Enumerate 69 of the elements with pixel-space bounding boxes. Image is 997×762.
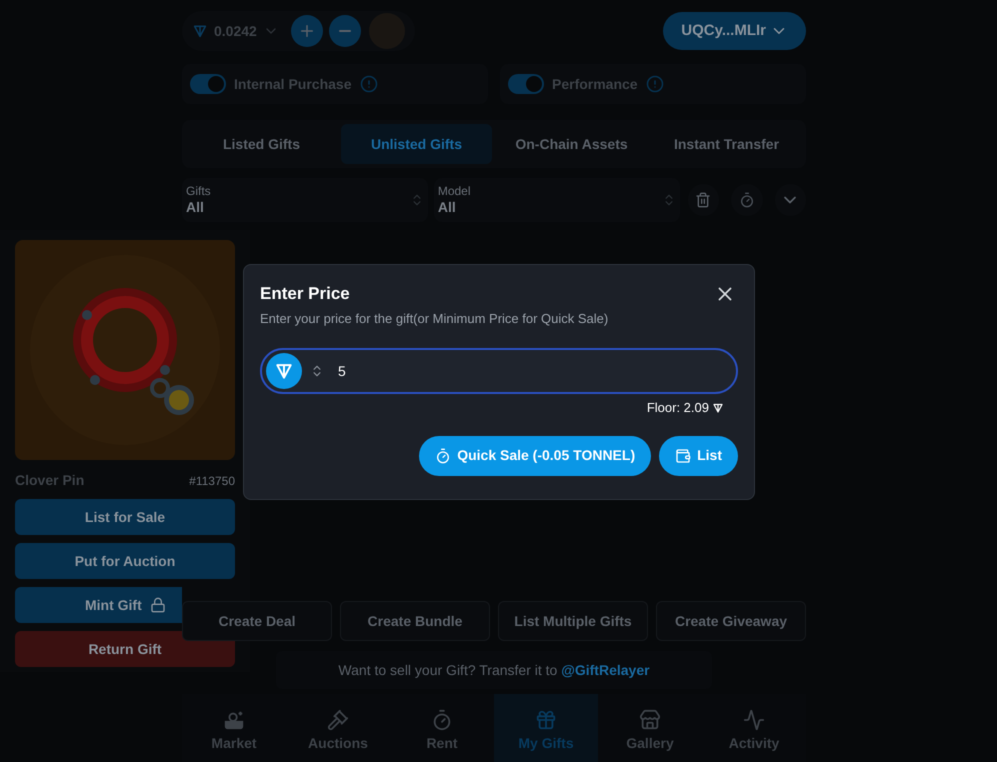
nav-item[interactable]: My Gifts xyxy=(494,694,598,762)
dialog-subtitle: Enter your price for the gift(or Minimum Price for Quick Sale) xyxy=(260,310,610,328)
action-button[interactable]: Create Bundle xyxy=(340,601,490,641)
nav-label: My Gifts xyxy=(518,734,574,753)
toggle-switch[interactable] xyxy=(508,74,544,94)
toggle-label: Performance xyxy=(552,74,638,94)
filter-label: Model xyxy=(438,184,471,199)
tab[interactable]: On-Chain Assets xyxy=(496,124,647,164)
nav-item[interactable]: Rent xyxy=(390,694,494,762)
action-button[interactable]: List Multiple Gifts xyxy=(498,601,648,641)
gift-number: #113750 xyxy=(189,472,235,490)
filter-value: All xyxy=(186,198,205,216)
tab[interactable]: Listed Gifts xyxy=(186,124,337,164)
stopwatch-icon xyxy=(738,192,755,208)
price-input[interactable]: 5 xyxy=(338,360,732,382)
gift-action-button[interactable]: Mint Gift xyxy=(15,587,182,623)
stopwatch-icon xyxy=(435,448,452,464)
gavel-icon xyxy=(327,708,349,730)
gift-action-button[interactable]: Put for Auction xyxy=(15,543,235,579)
gift-action-button[interactable]: List for Sale xyxy=(15,499,235,535)
activity-icon xyxy=(743,708,765,730)
trash-icon xyxy=(695,192,712,208)
minus-icon xyxy=(338,30,351,32)
info-icon[interactable] xyxy=(360,75,378,93)
nav-label: Activity xyxy=(728,734,780,753)
ton-icon xyxy=(274,361,294,381)
timer-button[interactable] xyxy=(731,184,763,216)
nav-label: Rent xyxy=(426,734,458,752)
nav-item[interactable]: Activity xyxy=(702,694,806,762)
dialog-title: Enter Price xyxy=(260,283,350,305)
price-field[interactable]: 5 xyxy=(260,348,738,394)
store-icon xyxy=(639,708,661,730)
nav-label: Market xyxy=(211,734,257,752)
toggle-switch[interactable] xyxy=(190,74,226,94)
list-button[interactable]: List xyxy=(659,436,738,476)
ton-icon xyxy=(192,23,208,39)
toggle-label: Internal Purchase xyxy=(234,74,352,94)
gift-name: Clover Pin xyxy=(15,471,84,490)
nav-label: Gallery xyxy=(626,734,674,753)
expand-button[interactable] xyxy=(774,184,806,216)
info-icon[interactable] xyxy=(646,75,664,93)
filter-value: All xyxy=(438,198,457,216)
filter-select[interactable]: Model All xyxy=(434,178,680,222)
nav-item[interactable]: Market xyxy=(182,694,286,762)
filter-select[interactable]: Gifts All xyxy=(182,178,428,222)
floor-price: Floor: 2.09 xyxy=(646,399,709,417)
gift-action-button[interactable]: Return Gift xyxy=(15,631,235,667)
wallet-icon xyxy=(675,448,692,464)
tab[interactable]: Unlisted Gifts xyxy=(341,124,492,164)
gift-icon xyxy=(535,708,557,730)
info-text: Want to sell your Gift? Transfer it to @GiftRelayer xyxy=(338,660,650,680)
nav-item[interactable]: Gallery xyxy=(598,694,702,762)
filter-label: Gifts xyxy=(186,184,211,199)
wallet-address-button[interactable]: UQCy...MLIr xyxy=(663,12,806,50)
balance-text: 0.0242 xyxy=(214,22,257,40)
tab[interactable]: Instant Transfer xyxy=(651,124,802,164)
delete-button[interactable] xyxy=(688,184,720,216)
remove-button[interactable] xyxy=(328,15,361,47)
add-button[interactable] xyxy=(290,15,323,47)
relayer-link[interactable]: @GiftRelayer xyxy=(561,662,650,678)
ton-icon xyxy=(712,402,724,414)
ton-currency-icon[interactable] xyxy=(266,353,302,389)
quick-sale-button[interactable]: Quick Sale (-0.05 TONNEL) xyxy=(419,436,652,476)
action-button[interactable]: Create Giveaway xyxy=(656,601,806,641)
stopwatch-icon xyxy=(431,708,453,730)
nav-item[interactable]: Auctions xyxy=(286,694,390,762)
nav-label: Auctions xyxy=(308,734,368,752)
lock-icon xyxy=(150,597,166,613)
action-button[interactable]: Create Deal xyxy=(182,601,332,641)
